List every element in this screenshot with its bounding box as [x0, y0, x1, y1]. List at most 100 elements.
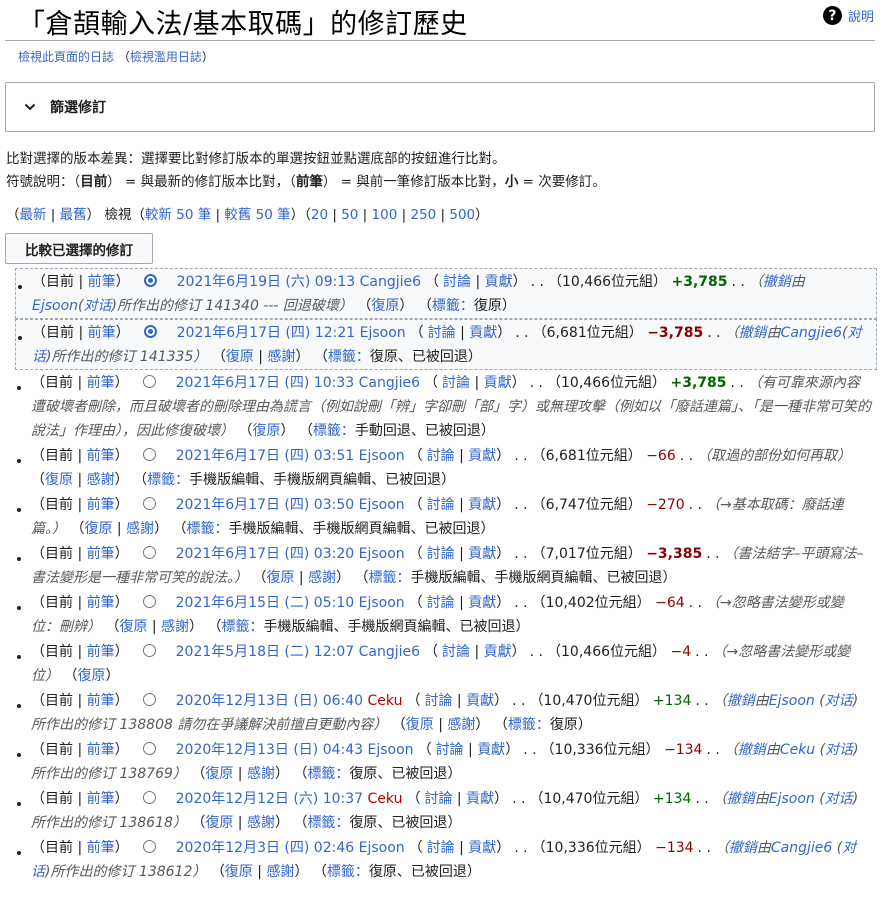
prev-diff-link[interactable]: 前筆 — [88, 325, 116, 341]
diff-select-radio[interactable] — [142, 448, 156, 461]
prev-diff-link[interactable]: 前筆 — [87, 595, 115, 611]
user-link[interactable]: Ejsoon — [359, 840, 405, 856]
limit-50[interactable]: 50 — [341, 207, 358, 223]
user-link[interactable]: Ceku — [368, 693, 403, 709]
compare-selected-button[interactable]: 比較已選擇的修訂 — [5, 233, 153, 264]
user-link[interactable]: Ejsoon — [368, 742, 414, 758]
newer-link[interactable]: 較新 50 筆 — [145, 207, 211, 223]
tags-link[interactable]: 標籤： — [369, 570, 411, 586]
user-contribs-link[interactable]: 貢獻 — [468, 840, 496, 856]
user-talk-link[interactable]: 討論 — [427, 546, 455, 562]
revision-date-link[interactable]: 2021年6月17日 (四) 03:20 — [176, 546, 355, 562]
undo-link[interactable]: 復原 — [252, 423, 280, 439]
undo-link[interactable]: 復原 — [226, 349, 254, 365]
limit-20[interactable]: 20 — [311, 207, 328, 223]
revision-date-link[interactable]: 2021年5月18日 (二) 12:07 — [176, 644, 355, 660]
diff-select-radio[interactable] — [142, 840, 156, 853]
tags-link[interactable]: 標籤： — [432, 298, 474, 314]
user-talk-link[interactable]: 討論 — [427, 840, 455, 856]
revision-date-link[interactable]: 2020年12月13日 (日) 04:43 — [176, 742, 363, 758]
thank-link[interactable]: 感謝 — [267, 349, 295, 365]
tags-link[interactable]: 標籤： — [508, 717, 550, 733]
user-link[interactable]: Cangjie6 — [359, 644, 420, 660]
summary-user-link[interactable]: Ejsoon — [769, 791, 815, 807]
revision-date-link[interactable]: 2020年12月13日 (日) 06:40 — [176, 693, 363, 709]
summary-user-link[interactable]: Ceku — [780, 742, 815, 758]
user-contribs-link[interactable]: 貢獻 — [469, 325, 497, 341]
user-link[interactable]: Ejsoon — [360, 325, 406, 341]
summary-user-link[interactable]: Ejsoon — [769, 693, 815, 709]
undo-link[interactable]: 復原 — [225, 864, 253, 880]
summary-talk-link[interactable]: 对话 — [825, 742, 853, 758]
diff-select-radio[interactable] — [142, 742, 156, 755]
thank-link[interactable]: 感謝 — [447, 717, 475, 733]
user-contribs-link[interactable]: 貢獻 — [477, 742, 505, 758]
limit-500[interactable]: 500 — [449, 207, 475, 223]
thank-link[interactable]: 感謝 — [87, 472, 115, 488]
summary-talk-link[interactable]: 对话 — [825, 791, 853, 807]
prev-diff-link[interactable]: 前筆 — [87, 840, 115, 856]
undo-summary-link[interactable]: 撤銷 — [739, 325, 767, 341]
view-log-link[interactable]: 檢視此頁面的日誌 — [18, 50, 114, 64]
prev-diff-link[interactable]: 前筆 — [87, 375, 115, 391]
user-link[interactable]: Ejsoon — [359, 448, 405, 464]
diff-select-radio[interactable] — [142, 546, 156, 559]
prev-diff-link[interactable]: 前筆 — [87, 497, 115, 513]
diff-select-radio[interactable] — [142, 375, 156, 388]
summary-user-link[interactable]: Cangjie6 — [781, 325, 842, 341]
undo-link[interactable]: 復原 — [205, 815, 233, 831]
user-talk-link[interactable]: 討論 — [442, 644, 470, 660]
user-link[interactable]: Ejsoon — [359, 595, 405, 611]
undo-summary-link[interactable]: 撤銷 — [738, 742, 766, 758]
undo-summary-link[interactable]: 撤銷 — [763, 274, 791, 290]
user-contribs-link[interactable]: 貢獻 — [484, 375, 512, 391]
prev-diff-link[interactable]: 前筆 — [87, 448, 115, 464]
tags-link[interactable]: 標籤： — [187, 521, 229, 537]
user-talk-link[interactable]: 討論 — [427, 497, 455, 513]
summary-user-link[interactable]: Ejsoon — [32, 298, 78, 314]
oldest-link[interactable]: 最舊 — [60, 207, 87, 223]
undo-link[interactable]: 復原 — [84, 521, 112, 537]
tags-link[interactable]: 標籤： — [222, 619, 264, 635]
tags-link[interactable]: 標籤： — [313, 423, 355, 439]
diff-select-radio[interactable] — [142, 595, 156, 608]
user-contribs-link[interactable]: 貢獻 — [484, 644, 512, 660]
revision-date-link[interactable]: 2021年6月17日 (四) 03:50 — [176, 497, 355, 513]
user-contribs-link[interactable]: 貢獻 — [468, 497, 496, 513]
undo-link[interactable]: 復原 — [77, 668, 105, 684]
user-talk-link[interactable]: 討論 — [436, 742, 464, 758]
user-talk-link[interactable]: 討論 — [424, 791, 452, 807]
summary-user-link[interactable]: Cangjie6 — [771, 840, 832, 856]
user-talk-link[interactable]: 討論 — [424, 693, 452, 709]
prev-diff-link[interactable]: 前筆 — [87, 546, 115, 562]
undo-link[interactable]: 復原 — [266, 570, 294, 586]
tags-link[interactable]: 標籤： — [147, 472, 189, 488]
summary-talk-link[interactable]: 对话 — [84, 298, 112, 314]
limit-250[interactable]: 250 — [410, 207, 436, 223]
thank-link[interactable]: 感謝 — [266, 864, 294, 880]
undo-link[interactable]: 復原 — [406, 717, 434, 733]
user-link[interactable]: Ceku — [368, 791, 403, 807]
summary-talk-link[interactable]: 对话 — [825, 693, 853, 709]
thank-link[interactable]: 感謝 — [247, 766, 275, 782]
user-talk-link[interactable]: 討論 — [443, 274, 471, 290]
revision-date-link[interactable]: 2021年6月17日 (四) 12:21 — [177, 325, 356, 341]
user-link[interactable]: Cangjie6 — [359, 375, 420, 391]
prev-diff-link[interactable]: 前筆 — [88, 274, 116, 290]
diff-select-radio[interactable] — [142, 693, 156, 706]
thank-link[interactable]: 感謝 — [247, 815, 275, 831]
thank-link[interactable]: 感謝 — [126, 521, 154, 537]
undo-summary-link[interactable]: 撤銷 — [727, 791, 755, 807]
tags-link[interactable]: 標籤： — [327, 864, 369, 880]
user-link[interactable]: Cangjie6 — [360, 274, 421, 290]
prev-diff-link[interactable]: 前筆 — [87, 791, 115, 807]
tags-link[interactable]: 標籤： — [307, 766, 349, 782]
user-contribs-link[interactable]: 貢獻 — [468, 595, 496, 611]
older-link[interactable]: 較舊 50 筆 — [224, 207, 290, 223]
help-link[interactable]: ? 說明 — [822, 6, 874, 25]
user-contribs-link[interactable]: 貢獻 — [468, 448, 496, 464]
filter-revisions-toggle[interactable]: 篩選修訂 — [5, 82, 875, 132]
undo-link[interactable]: 復原 — [371, 298, 399, 314]
newest-link[interactable]: 最新 — [20, 207, 47, 223]
user-talk-link[interactable]: 討論 — [428, 325, 456, 341]
